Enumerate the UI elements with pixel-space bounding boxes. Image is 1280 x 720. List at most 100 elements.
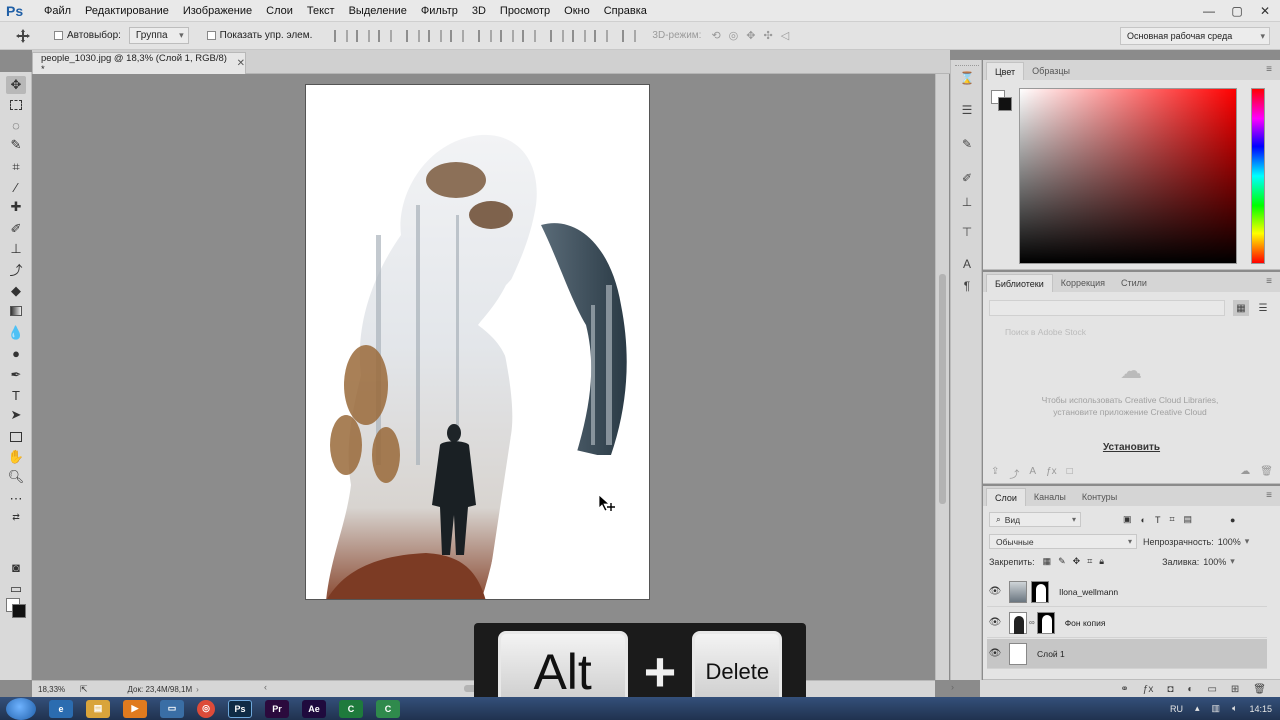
crop-tool-icon[interactable]: ⌗ bbox=[6, 158, 26, 176]
menu-text[interactable]: Текст bbox=[307, 5, 335, 17]
properties-panel-icon[interactable]: ☰ bbox=[959, 102, 975, 118]
vertical-scrollbar[interactable] bbox=[935, 74, 949, 680]
new-group-icon[interactable]: ▭ bbox=[1207, 684, 1216, 695]
menu-help[interactable]: Справка bbox=[604, 5, 647, 17]
network-icon[interactable]: ▥ bbox=[1212, 703, 1221, 714]
after-effects-icon[interactable]: Ae bbox=[302, 699, 326, 718]
panel-menu-icon[interactable]: ≡ bbox=[1266, 276, 1272, 287]
lock-pixels-icon[interactable]: ✎ bbox=[1058, 556, 1066, 567]
visibility-eye-icon[interactable]: 👁︎ bbox=[987, 648, 1003, 659]
lock-all-icon[interactable]: 🔒︎ bbox=[1099, 556, 1104, 567]
brush-panel-icon[interactable]: ✐ bbox=[959, 170, 975, 186]
gradient-tool-icon[interactable] bbox=[6, 302, 26, 320]
sync-icon[interactable]: ☁ bbox=[1240, 466, 1250, 480]
stock-search-input[interactable]: Поиск в Adobe Stock bbox=[989, 324, 1273, 340]
delete-icon[interactable]: 🗑︎ bbox=[1260, 466, 1273, 480]
3d-scale-icon[interactable]: ◁ bbox=[781, 29, 789, 42]
menu-3d[interactable]: 3D bbox=[472, 5, 486, 17]
align-vcenter-icon[interactable] bbox=[356, 29, 371, 42]
brush-presets-icon[interactable]: ✎ bbox=[959, 136, 975, 152]
language-indicator[interactable]: RU bbox=[1170, 704, 1183, 714]
filter-type-icon[interactable]: T bbox=[1155, 515, 1161, 525]
list-view-icon[interactable]: ☰ bbox=[1255, 300, 1271, 316]
menu-window[interactable]: Окно bbox=[564, 5, 590, 17]
paragraph-panel-icon[interactable]: ¶ bbox=[959, 278, 975, 294]
3d-slide-icon[interactable]: ✣ bbox=[764, 29, 773, 42]
3d-drag-icon[interactable]: ✥ bbox=[746, 29, 755, 42]
layer-style-icon[interactable]: ƒx bbox=[1143, 684, 1154, 695]
zoom-level[interactable]: 18,33% bbox=[38, 685, 78, 694]
photoshop-taskbar-icon[interactable]: Ps bbox=[228, 699, 252, 718]
distribute-top-icon[interactable] bbox=[478, 29, 493, 42]
document-canvas[interactable] bbox=[305, 84, 650, 600]
tab-channels[interactable]: Каналы bbox=[1026, 488, 1074, 506]
explorer-icon[interactable]: ▤ bbox=[86, 699, 110, 718]
workspace-dropdown[interactable]: Основная рабочая среда bbox=[1120, 27, 1270, 45]
layer-row-ilona[interactable]: 👁︎ Ilona_wellmann bbox=[987, 577, 1267, 607]
blur-tool-icon[interactable]: 💧 bbox=[6, 324, 26, 342]
distribute-right-icon[interactable] bbox=[594, 29, 609, 42]
status-arrow-icon[interactable]: › bbox=[196, 685, 199, 694]
distribute-vcenter-icon[interactable] bbox=[500, 29, 515, 42]
blend-mode-dropdown[interactable]: Обычные bbox=[989, 534, 1137, 549]
zoom-tool-icon[interactable]: 🔍︎ bbox=[6, 468, 26, 486]
history-brush-tool-icon[interactable]: ⤴ bbox=[6, 260, 26, 278]
chrome-icon[interactable]: ◎ bbox=[197, 699, 215, 718]
add-color-icon[interactable]: □ bbox=[1067, 466, 1073, 480]
layer-mask-thumbnail[interactable] bbox=[1036, 611, 1055, 634]
filter-shape-icon[interactable]: ⌗ bbox=[1169, 514, 1174, 525]
layer-mask-thumbnail[interactable] bbox=[1031, 580, 1049, 603]
fill-value[interactable]: 100% bbox=[1203, 557, 1226, 567]
pen-tool-icon[interactable]: ✒ bbox=[6, 366, 26, 384]
add-layer-style-icon[interactable]: ƒx bbox=[1046, 466, 1057, 480]
quick-mask-icon[interactable]: ◙ bbox=[6, 558, 26, 576]
align-top-icon[interactable] bbox=[334, 29, 349, 42]
close-button[interactable]: ✕ bbox=[1256, 4, 1274, 18]
character-panel-icon[interactable]: A bbox=[959, 256, 975, 272]
lock-transparent-icon[interactable]: ▦ bbox=[1043, 556, 1052, 567]
filter-smart-object-icon[interactable]: ▤ bbox=[1184, 514, 1193, 525]
auto-align-icon[interactable] bbox=[622, 29, 637, 42]
tab-swatches[interactable]: Образцы bbox=[1024, 62, 1078, 80]
menu-file[interactable]: Файл bbox=[44, 5, 71, 17]
library-dropdown[interactable] bbox=[989, 300, 1225, 316]
rectangle-tool-icon[interactable] bbox=[6, 428, 26, 446]
panel-menu-icon[interactable]: ≡ bbox=[1266, 64, 1272, 75]
opacity-chevron-icon[interactable]: ▾ bbox=[1245, 536, 1250, 547]
volume-icon[interactable]: 🔈︎ bbox=[1232, 703, 1237, 714]
premiere-icon[interactable]: Pr bbox=[265, 699, 289, 718]
dodge-tool-icon[interactable]: ● bbox=[6, 344, 26, 362]
visibility-eye-icon[interactable]: 👁︎ bbox=[987, 617, 1003, 628]
fill-chevron-icon[interactable]: ▾ bbox=[1230, 556, 1235, 567]
restore-button[interactable]: ▢ bbox=[1228, 4, 1246, 18]
install-link[interactable]: Установить bbox=[983, 442, 1280, 453]
start-button-icon[interactable] bbox=[6, 697, 36, 720]
menu-select[interactable]: Выделение bbox=[349, 5, 407, 17]
desktop-app-icon[interactable]: ▭ bbox=[160, 699, 184, 718]
add-graphic-icon[interactable]: ⤴ bbox=[1009, 466, 1019, 481]
tab-libraries[interactable]: Библиотеки bbox=[986, 274, 1053, 292]
quick-select-tool-icon[interactable]: ✎ bbox=[6, 136, 26, 154]
align-right-icon[interactable] bbox=[450, 29, 465, 42]
new-layer-icon[interactable]: ⊞ bbox=[1231, 684, 1239, 695]
filter-pixel-icon[interactable]: ▣ bbox=[1123, 514, 1132, 525]
autoselect-dropdown[interactable]: Группа bbox=[128, 27, 189, 44]
tab-styles[interactable]: Стили bbox=[1113, 274, 1155, 292]
clock[interactable]: 14:15 bbox=[1249, 704, 1272, 714]
type-tool-icon[interactable]: T bbox=[6, 386, 26, 404]
layer-name[interactable]: Фон копия bbox=[1065, 618, 1106, 628]
visibility-eye-icon[interactable]: 👁︎ bbox=[987, 586, 1003, 597]
lasso-tool-icon[interactable]: ◌ bbox=[6, 116, 26, 134]
tray-chevron-icon[interactable]: ▴ bbox=[1195, 703, 1200, 714]
tool-presets-icon[interactable]: ⊤ bbox=[959, 224, 975, 240]
add-character-style-icon[interactable]: A bbox=[1029, 466, 1036, 480]
hand-tool-icon[interactable]: ✋ bbox=[6, 448, 26, 466]
show-transform-checkbox[interactable]: Показать упр. элем. bbox=[206, 30, 312, 41]
autoselect-checkbox[interactable]: Автовыбор: bbox=[54, 30, 121, 41]
ie-icon[interactable]: e bbox=[49, 699, 73, 718]
background-color-swatch[interactable] bbox=[12, 604, 26, 618]
media-player-icon[interactable]: ▶ bbox=[123, 699, 147, 718]
layer-row-layer1[interactable]: 👁︎ Слой 1 bbox=[987, 639, 1267, 669]
marquee-tool-icon[interactable] bbox=[6, 96, 26, 114]
distribute-hcenter-icon[interactable] bbox=[572, 29, 587, 42]
